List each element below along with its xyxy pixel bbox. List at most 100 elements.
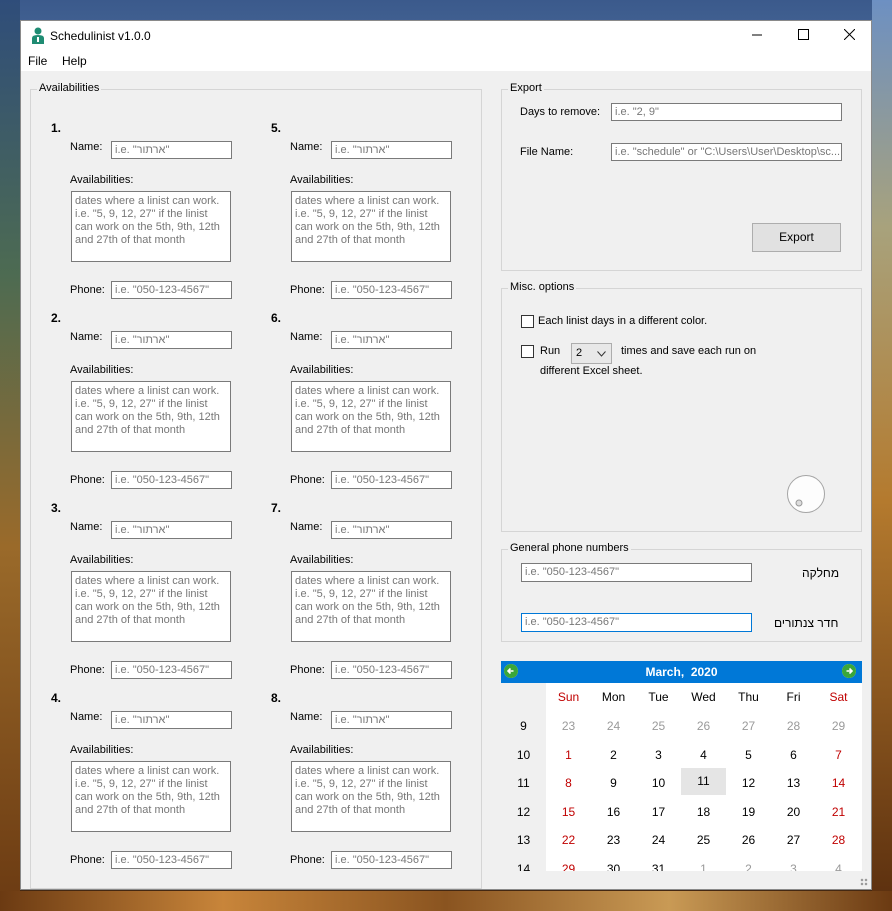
name-input[interactable]: i.e. "ארתור": [331, 711, 452, 729]
phone-input[interactable]: i.e. "050-123-4567": [111, 851, 232, 869]
department-phone-input[interactable]: i.e. "050-123-4567": [521, 563, 752, 582]
name-input[interactable]: i.e. "ארתור": [111, 521, 232, 539]
phone-input[interactable]: i.e. "050-123-4567": [111, 471, 232, 489]
month-calendar[interactable]: March, 2020 Sun Mon Tue Wed Thu Fri Sat 9 23 24 25…: [501, 661, 862, 871]
calendar-day-cell[interactable]: 26: [681, 719, 726, 733]
name-input[interactable]: i.e. "ארתור": [111, 141, 232, 159]
name-input[interactable]: i.e. "ארתור": [331, 331, 452, 349]
calendar-day-cell[interactable]: 7: [816, 748, 861, 762]
calendar-day-cell[interactable]: 19: [726, 805, 771, 819]
calendar-day-cell[interactable]: 20: [771, 805, 816, 819]
availabilities-input[interactable]: dates where a linist can work. i.e. "5, …: [291, 191, 451, 262]
export-title: Export: [508, 82, 544, 94]
availabilities-input[interactable]: dates where a linist can work. i.e. "5, …: [71, 381, 231, 452]
name-input[interactable]: i.e. "ארתור": [331, 521, 452, 539]
calendar-day-cell[interactable]: 30: [591, 862, 636, 871]
calendar-day-cell[interactable]: 26: [726, 833, 771, 847]
availabilities-input[interactable]: dates where a linist can work. i.e. "5, …: [291, 571, 451, 642]
calendar-year[interactable]: 2020: [691, 665, 718, 679]
days-to-remove-input[interactable]: i.e. "2, 9": [611, 103, 842, 121]
calendar-day-cell[interactable]: 4: [681, 748, 726, 762]
phone-input[interactable]: i.e. "050-123-4567": [111, 281, 232, 299]
calendar-day-cell[interactable]: 13: [771, 776, 816, 790]
calendar-day-cell[interactable]: 5: [726, 748, 771, 762]
title-bar[interactable]: Schedulinist v1.0.0: [21, 21, 871, 51]
calendar-day-cell[interactable]: 1: [546, 748, 591, 762]
calendar-day-cell[interactable]: 1: [681, 862, 726, 871]
general-phones-title: General phone numbers: [508, 542, 631, 554]
calendar-day-cell[interactable]: 24: [591, 719, 636, 733]
availabilities-label: Availabilities:: [290, 174, 354, 186]
calendar-day-cell[interactable]: 25: [681, 833, 726, 847]
availabilities-input[interactable]: dates where a linist can work. i.e. "5, …: [291, 761, 451, 832]
calendar-day-cell[interactable]: 29: [546, 862, 591, 871]
calendar-day-cell[interactable]: 25: [636, 719, 681, 733]
knob-dial[interactable]: [786, 474, 826, 514]
file-name-input[interactable]: i.e. "schedule" or "C:\Users\User\Deskto…: [611, 143, 842, 161]
calendar-month[interactable]: March,: [645, 665, 684, 679]
cath-room-phone-input[interactable]: i.e. "050-123-4567": [521, 613, 752, 632]
phone-input[interactable]: i.e. "050-123-4567": [111, 661, 232, 679]
phone-label: Phone:: [290, 664, 325, 676]
calendar-day-cell[interactable]: 9: [591, 776, 636, 790]
calendar-day-cell[interactable]: 6: [771, 748, 816, 762]
calendar-day-cell[interactable]: 12: [726, 776, 771, 790]
calendar-day-cell[interactable]: 3: [771, 862, 816, 871]
calendar-day-cell[interactable]: 27: [771, 833, 816, 847]
calendar-day-cell[interactable]: 4: [816, 862, 861, 871]
availabilities-input[interactable]: dates where a linist can work. i.e. "5, …: [291, 381, 451, 452]
availabilities-input[interactable]: dates where a linist can work. i.e. "5, …: [71, 761, 231, 832]
phone-input[interactable]: i.e. "050-123-4567": [331, 661, 452, 679]
calendar-title[interactable]: March, 2020: [501, 665, 862, 679]
resize-grip[interactable]: [860, 878, 868, 886]
calendar-next-button[interactable]: [842, 664, 856, 678]
name-input[interactable]: i.e. "ארתור": [111, 711, 232, 729]
calendar-day-cell[interactable]: 29: [816, 719, 861, 733]
calendar-day-cell[interactable]: 8: [546, 776, 591, 790]
weekday-header: Thu: [738, 690, 759, 704]
calendar-day-cell[interactable]: 16: [591, 805, 636, 819]
calendar-day-cell[interactable]: 24: [636, 833, 681, 847]
calendar-day-cell[interactable]: 27: [726, 719, 771, 733]
calendar-day-cell[interactable]: 10: [636, 776, 681, 790]
name-input[interactable]: i.e. "ארתור": [331, 141, 452, 159]
maximize-button[interactable]: [780, 21, 826, 51]
calendar-day-cell[interactable]: 23: [591, 833, 636, 847]
minimize-button[interactable]: [734, 21, 780, 51]
run-count-select[interactable]: 2: [571, 343, 612, 364]
calendar-day-cell[interactable]: 15: [546, 805, 591, 819]
name-input[interactable]: i.e. "ארתור": [111, 331, 232, 349]
phone-label: Phone:: [70, 854, 105, 866]
cath-room-label: חדר צנתורים: [774, 616, 839, 630]
calendar-day-cell[interactable]: 3: [636, 748, 681, 762]
calendar-day-cell[interactable]: 2: [726, 862, 771, 871]
calendar-day-cell[interactable]: 21: [816, 805, 861, 819]
calendar-today-cell[interactable]: 11: [681, 768, 726, 796]
calendar-day-cell[interactable]: 14: [816, 776, 861, 790]
availabilities-label: Availabilities:: [290, 554, 354, 566]
phone-input[interactable]: i.e. "050-123-4567": [331, 281, 452, 299]
week-number: 9: [520, 719, 527, 733]
export-button[interactable]: Export: [752, 223, 841, 252]
close-button[interactable]: [826, 21, 871, 51]
color-option-checkbox[interactable]: [521, 315, 534, 328]
availabilities-input[interactable]: dates where a linist can work. i.e. "5, …: [71, 571, 231, 642]
menu-help[interactable]: Help: [62, 54, 87, 68]
phone-input[interactable]: i.e. "050-123-4567": [331, 851, 452, 869]
calendar-day-cell[interactable]: 31: [636, 862, 681, 871]
calendar-day-cell[interactable]: 28: [816, 833, 861, 847]
desktop-background-bottom: [0, 891, 892, 911]
run-option-checkbox[interactable]: [521, 345, 534, 358]
calendar-day-cell[interactable]: 17: [636, 805, 681, 819]
phone-label: Phone:: [290, 474, 325, 486]
calendar-day-cell[interactable]: 18: [681, 805, 726, 819]
menu-file[interactable]: File: [28, 54, 47, 68]
weekday-header: Sat: [829, 690, 848, 704]
name-label: Name:: [70, 521, 103, 533]
calendar-day-cell[interactable]: 2: [591, 748, 636, 762]
availabilities-input[interactable]: dates where a linist can work. i.e. "5, …: [71, 191, 231, 262]
phone-input[interactable]: i.e. "050-123-4567": [331, 471, 452, 489]
calendar-day-cell[interactable]: 28: [771, 719, 816, 733]
calendar-day-cell[interactable]: 23: [546, 719, 591, 733]
calendar-day-cell[interactable]: 22: [546, 833, 591, 847]
